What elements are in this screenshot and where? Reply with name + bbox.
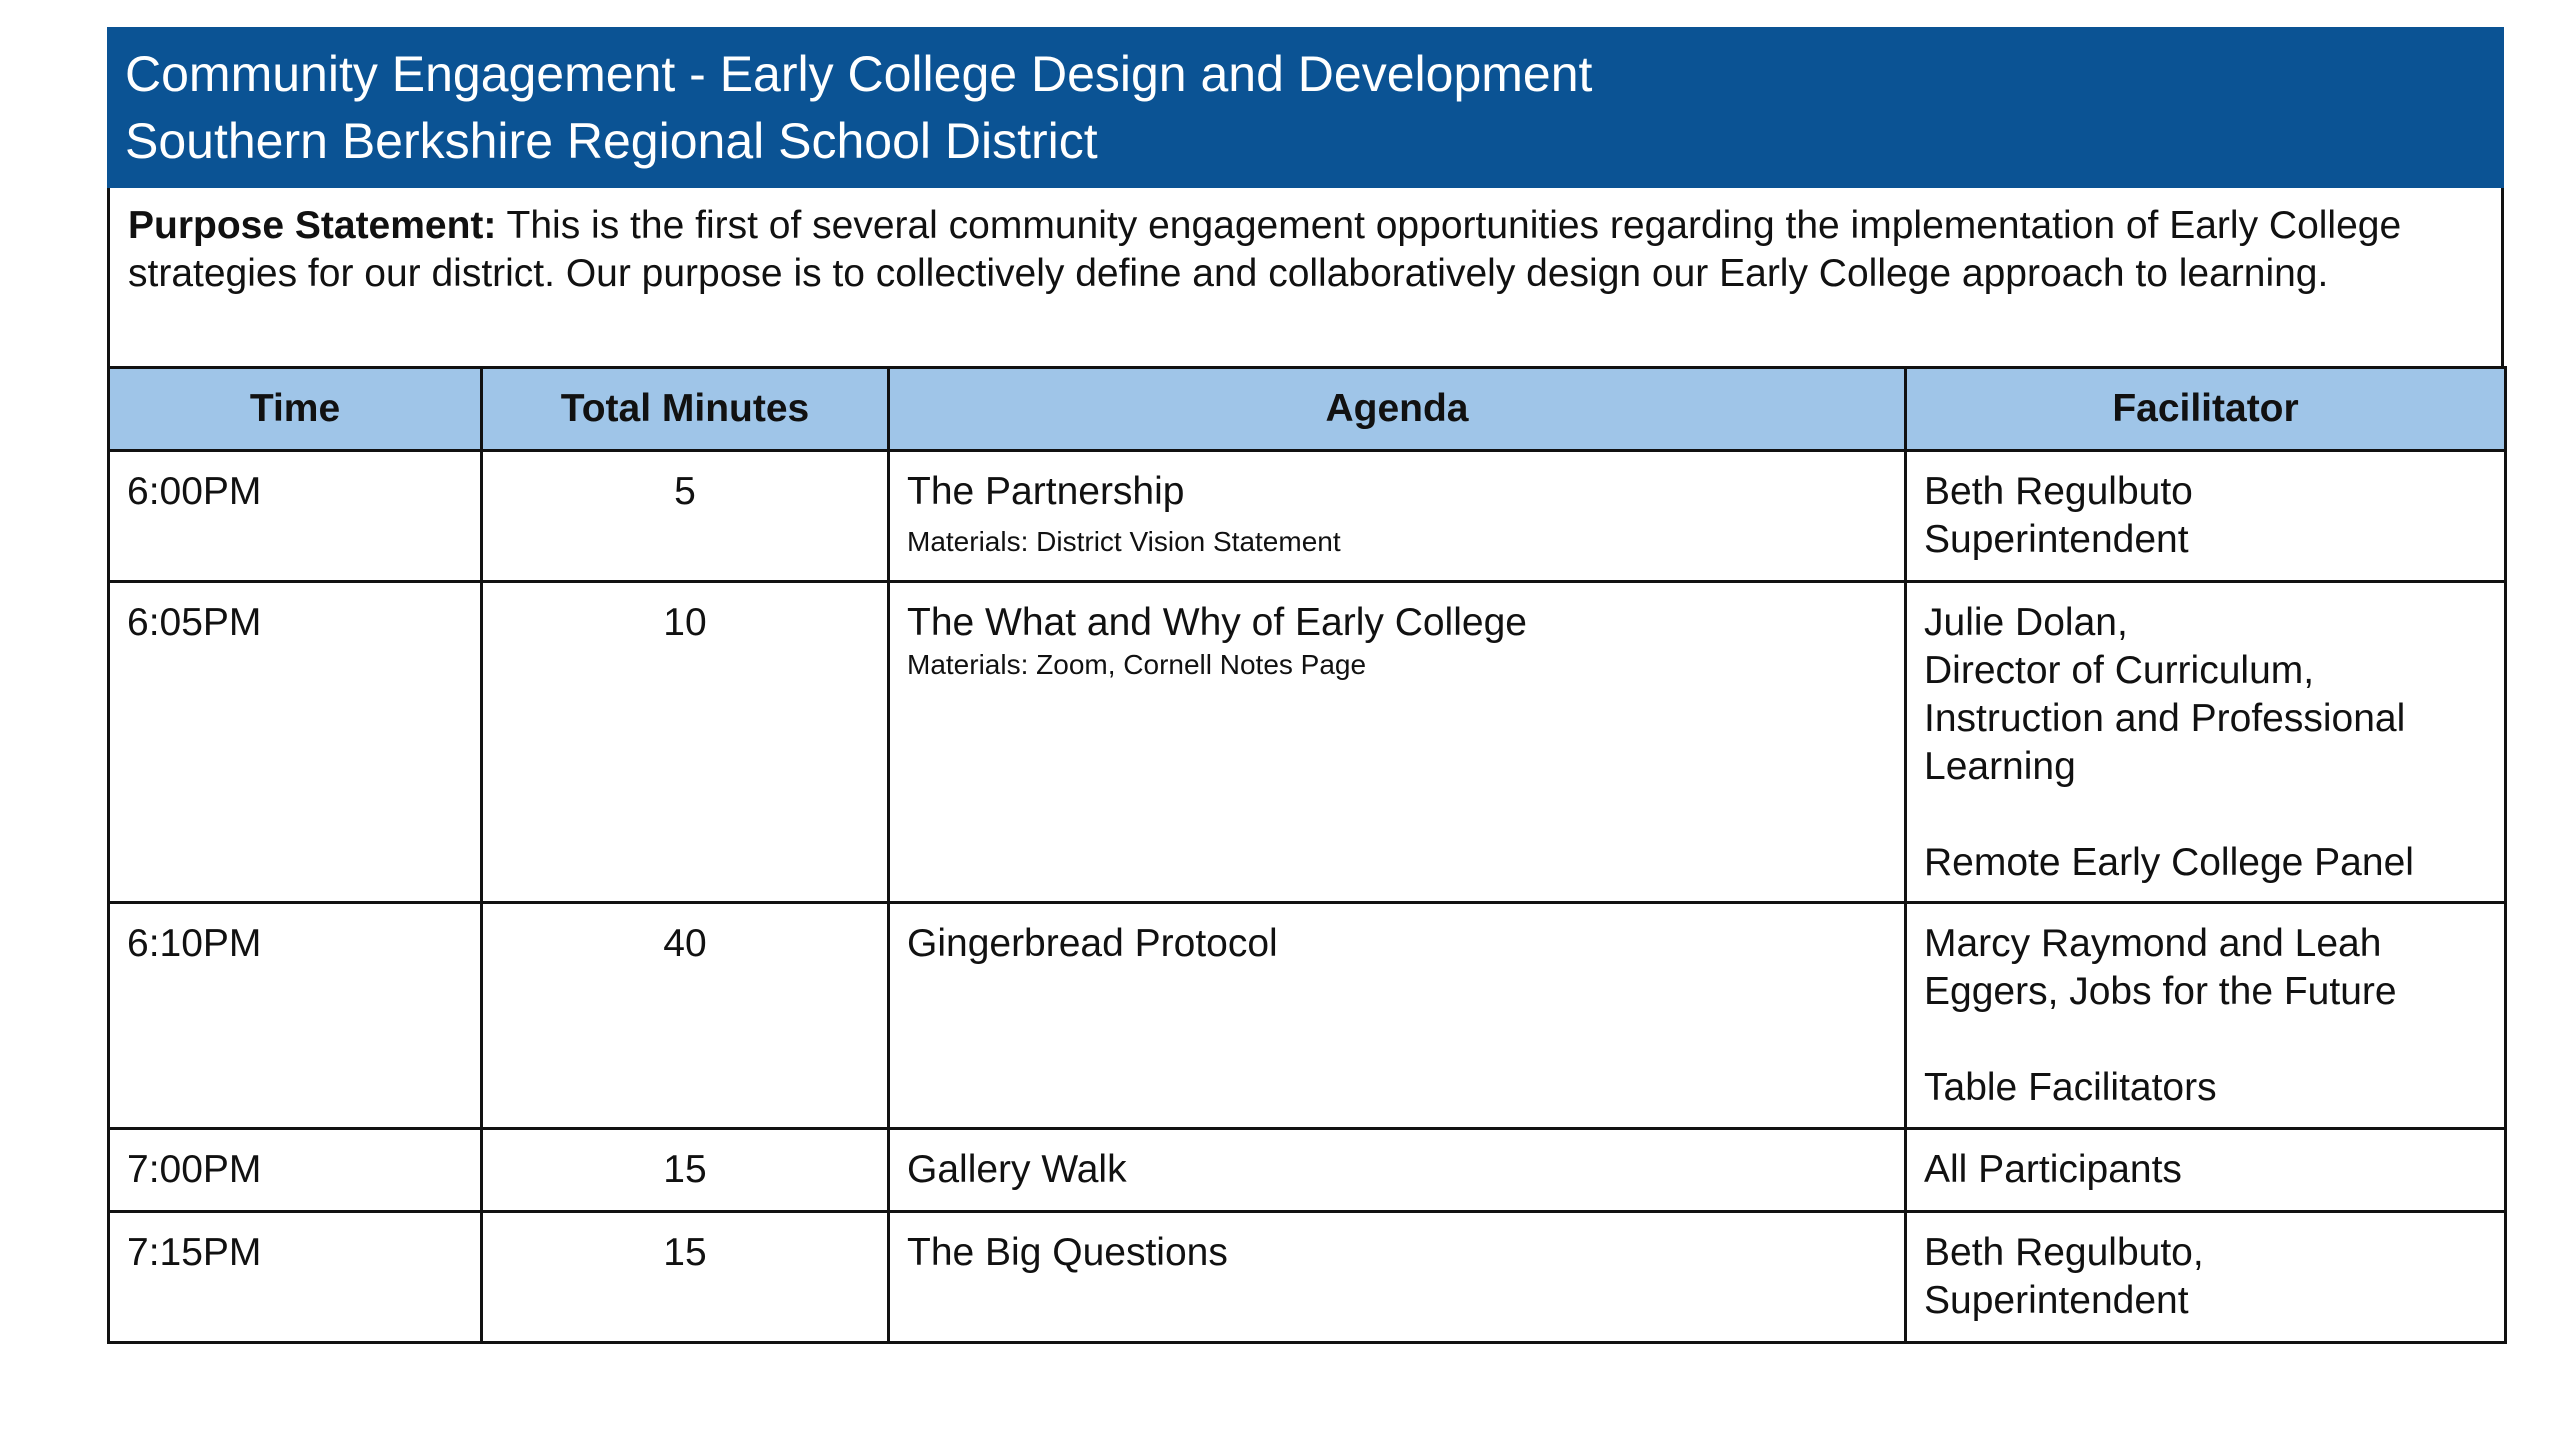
agenda-item-materials: Materials: Zoom, Cornell Notes Page — [907, 649, 1367, 680]
time-cell: 7:00PM — [107, 1127, 483, 1213]
time-cell: 7:15PM — [107, 1210, 483, 1344]
total-minutes-cell: 40 — [480, 901, 890, 1130]
agenda-item-materials: Materials: District Vision Statement — [907, 526, 1341, 557]
agenda-cell: Gingerbread Protocol — [887, 901, 1907, 1130]
facilitator-secondary-line: Remote Early College Panel — [1924, 841, 2414, 884]
agenda-item-title: The What and Why of Early College — [907, 601, 1527, 644]
table-row: 6:10PM 40 Gingerbread Protocol Marcy Raymon… — [107, 901, 2507, 1130]
facilitator-secondary-line: Table Facilitators — [1924, 1066, 2217, 1109]
time-cell: 6:05PM — [107, 580, 483, 904]
agenda-item-title: The Partnership — [907, 470, 1185, 513]
facilitator-line: Superintendent — [1924, 518, 2189, 561]
time-cell: 6:00PM — [107, 449, 483, 583]
facilitator-line: Marcy Raymond and Leah — [1924, 922, 2382, 965]
facilitator-line: Eggers, Jobs for the Future — [1924, 970, 2397, 1013]
column-header-facilitator: Facilitator — [1904, 366, 2507, 452]
facilitator-spacer — [1924, 1016, 2487, 1064]
facilitator-line: Julie Dolan, — [1924, 601, 2128, 644]
total-minutes-cell: 10 — [480, 580, 890, 904]
total-minutes-cell: 5 — [480, 449, 890, 583]
agenda-item-title: The Big Questions — [907, 1231, 1228, 1274]
agenda-cell: The Partnership Materials: District Visio… — [887, 449, 1907, 583]
table-row: 7:15PM 15 The Big Questions Beth Regulbuto,… — [107, 1210, 2507, 1344]
facilitator-cell: Beth Regulbuto, Superintendent — [1904, 1210, 2507, 1344]
agenda-cell: The Big Questions — [887, 1210, 1907, 1344]
facilitator-line: Director of Curriculum, — [1924, 649, 2315, 692]
title-banner: Community Engagement - Early College Des… — [107, 27, 2504, 188]
column-header-time: Time — [107, 366, 483, 452]
facilitator-line: All Participants — [1924, 1148, 2182, 1191]
agenda-item-title: Gingerbread Protocol — [907, 922, 1278, 965]
agenda-item-title: Gallery Walk — [907, 1148, 1127, 1191]
facilitator-line: Beth Regulbuto, — [1924, 1231, 2204, 1274]
time-cell: 6:10PM — [107, 901, 483, 1130]
total-minutes-cell: 15 — [480, 1210, 890, 1344]
facilitator-cell: Marcy Raymond and Leah Eggers, Jobs for t… — [1904, 901, 2507, 1130]
facilitator-cell: Beth Regulbuto Superintendent — [1904, 449, 2507, 583]
document-title: Community Engagement - Early College Des… — [125, 46, 1593, 102]
facilitator-spacer — [1924, 791, 2487, 839]
agenda-table: Time Total Minutes Agenda Facilitator 6:… — [107, 366, 2507, 1344]
facilitator-cell: Julie Dolan, Director of Curriculum, Instr… — [1904, 580, 2507, 904]
facilitator-line: Learning — [1924, 745, 2076, 788]
district-name: Southern Berkshire Regional School Distr… — [125, 113, 1098, 169]
column-header-total-minutes: Total Minutes — [480, 366, 890, 452]
facilitator-line: Beth Regulbuto — [1924, 470, 2193, 513]
table-row: 7:00PM 15 Gallery Walk All Participants — [107, 1127, 2507, 1213]
purpose-label: Purpose Statement: — [128, 204, 497, 247]
table-row: 6:00PM 5 The Partnership Materials: Distric… — [107, 449, 2507, 583]
column-header-agenda: Agenda — [887, 366, 1907, 452]
facilitator-line: Instruction and Professional — [1924, 697, 2406, 740]
agenda-cell: The What and Why of Early College Materia… — [887, 580, 1907, 904]
table-header-row: Time Total Minutes Agenda Facilitator — [107, 366, 2507, 452]
facilitator-cell: All Participants — [1904, 1127, 2507, 1213]
table-row: 6:05PM 10 The What and Why of Early Colleg… — [107, 580, 2507, 904]
agenda-cell: Gallery Walk — [887, 1127, 1907, 1213]
agenda-document: Community Engagement - Early College Des… — [107, 27, 2507, 1344]
facilitator-line: Superintendent — [1924, 1279, 2189, 1322]
purpose-statement: Purpose Statement: This is the first of … — [107, 188, 2504, 366]
total-minutes-cell: 15 — [480, 1127, 890, 1213]
